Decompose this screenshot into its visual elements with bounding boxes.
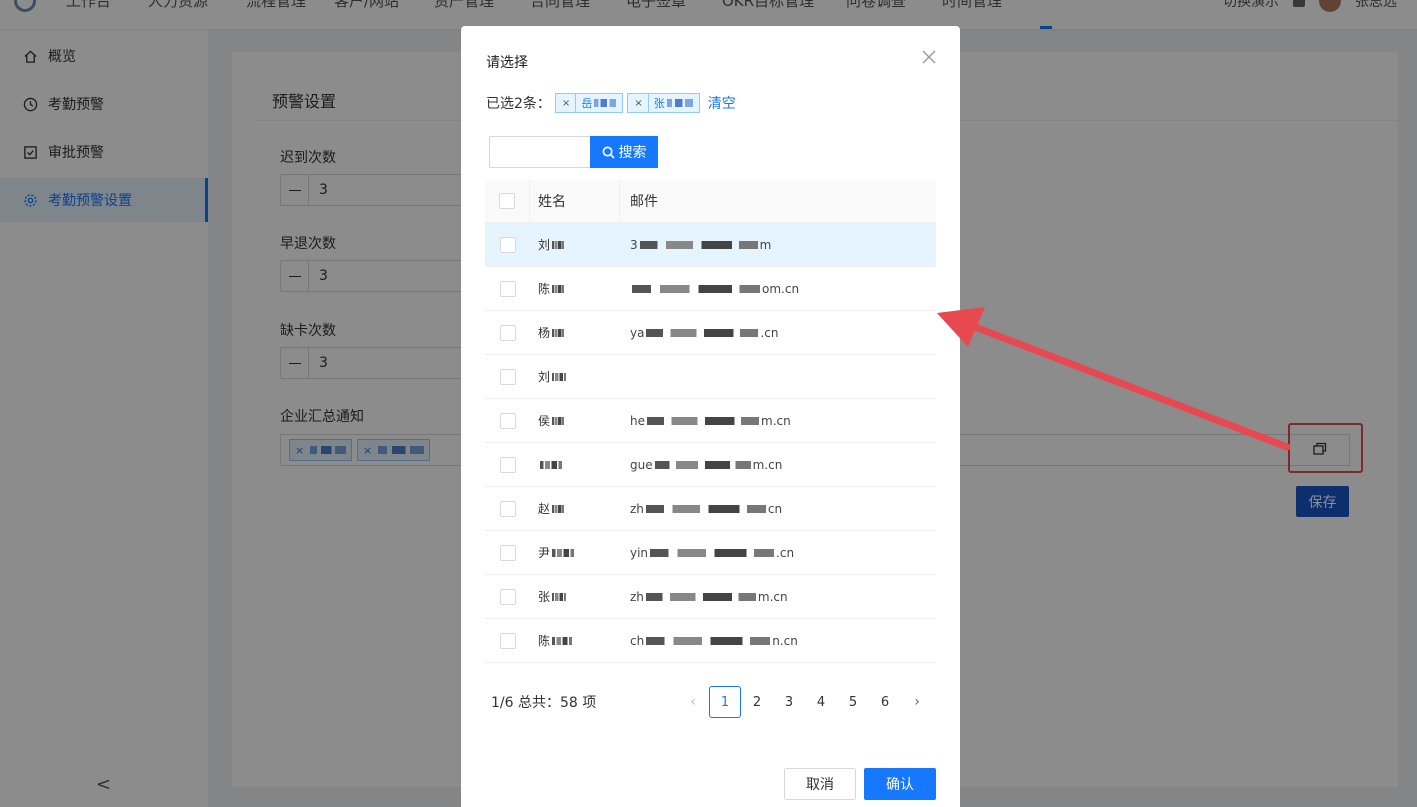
- row-email-end: n.cn: [772, 633, 798, 648]
- page-3-button[interactable]: 3: [773, 686, 805, 718]
- close-icon[interactable]: ×: [562, 98, 570, 109]
- row-email-start: he: [630, 413, 645, 428]
- row-checkbox[interactable]: [499, 368, 516, 385]
- row-name: 张: [538, 590, 551, 604]
- pagination: ‹ 1 2 3 4 5 6 ›: [677, 686, 933, 718]
- close-icon[interactable]: ×: [634, 98, 642, 109]
- row-email-end: cn: [767, 501, 783, 516]
- table-row[interactable]: 陈 ch n.cn: [485, 619, 936, 663]
- select-user-modal: 请选择 已选2条： × 岳 × 张 清空 搜索 姓名 邮件 刘 3m 陈 om.cn…: [461, 26, 960, 807]
- page-4-button[interactable]: 4: [805, 686, 837, 718]
- row-checkbox[interactable]: [499, 456, 516, 473]
- row-name: 尹: [538, 546, 551, 560]
- chevron-right-icon[interactable]: ›: [901, 686, 933, 718]
- table-row[interactable]: 侯 he m.cn: [485, 399, 936, 443]
- row-checkbox[interactable]: [499, 280, 516, 297]
- row-email-start: zh: [630, 589, 644, 604]
- row-name: 杨: [538, 326, 551, 340]
- row-email-end: om.cn: [762, 281, 800, 296]
- row-name: 陈: [538, 634, 551, 648]
- row-name: 刘: [538, 238, 551, 252]
- column-header-email: 邮件: [630, 194, 658, 210]
- search-input[interactable]: [489, 136, 590, 168]
- page-6-button[interactable]: 6: [869, 686, 901, 718]
- table-row[interactable]: gue m.cn: [485, 443, 936, 487]
- row-email-end: .cn: [760, 325, 779, 340]
- row-checkbox[interactable]: [499, 324, 516, 341]
- table-row[interactable]: 尹 yin .cn: [485, 531, 936, 575]
- page-2-button[interactable]: 2: [741, 686, 773, 718]
- row-checkbox[interactable]: [499, 236, 516, 253]
- row-email-start: ch: [630, 633, 645, 648]
- table-row[interactable]: 刘: [485, 355, 936, 399]
- table-header: 姓名 邮件: [485, 180, 936, 223]
- close-icon[interactable]: [920, 48, 938, 66]
- row-name: 侯: [538, 414, 551, 428]
- row-email-end: m.cn: [761, 413, 791, 428]
- table-row[interactable]: 张 zh m.cn: [485, 575, 936, 619]
- row-checkbox[interactable]: [499, 500, 516, 517]
- row-email-start: zh: [630, 501, 644, 516]
- row-checkbox[interactable]: [499, 632, 516, 649]
- cancel-button[interactable]: 取消: [784, 768, 856, 800]
- selected-tag[interactable]: × 张: [627, 93, 700, 113]
- search-icon: [602, 146, 615, 159]
- table-row[interactable]: 陈 om.cn: [485, 267, 936, 311]
- row-email-start: yin: [630, 545, 649, 560]
- row-email-start: gue: [630, 457, 653, 472]
- row-name: 陈: [538, 282, 551, 296]
- selected-count-label: 已选2条：: [486, 96, 551, 112]
- row-email-end: m.cn: [757, 589, 788, 604]
- row-email-start: ya: [630, 325, 645, 340]
- row-email-end: .cn: [776, 545, 795, 560]
- row-email-end: m: [759, 237, 772, 252]
- row-checkbox[interactable]: [499, 544, 516, 561]
- pagination-total: 1/6 总共：58 项: [491, 695, 597, 711]
- table-row[interactable]: 赵 zh cn: [485, 487, 936, 531]
- user-table: 姓名 邮件 刘 3 m 陈 om.cn 杨 ya .cn 刘 侯 he m.cn: [485, 180, 936, 663]
- page-5-button[interactable]: 5: [837, 686, 869, 718]
- row-checkbox[interactable]: [499, 412, 516, 429]
- row-name: 刘: [538, 370, 551, 384]
- search-button[interactable]: 搜索: [590, 136, 658, 168]
- selected-tag[interactable]: × 岳: [554, 93, 624, 113]
- row-name: 赵: [538, 502, 551, 516]
- modal-title: 请选择: [486, 55, 528, 71]
- column-header-name: 姓名: [530, 180, 620, 222]
- table-row[interactable]: 杨 ya .cn: [485, 311, 936, 355]
- chevron-left-icon[interactable]: ‹: [677, 686, 709, 718]
- row-email-end: m.cn: [752, 457, 783, 472]
- clear-selection-link[interactable]: 清空: [708, 93, 736, 113]
- selected-summary: 已选2条： × 岳 × 张 清空: [486, 92, 736, 114]
- row-email-start: 3: [630, 237, 638, 252]
- row-checkbox[interactable]: [499, 588, 516, 605]
- select-all-checkbox[interactable]: [499, 193, 515, 209]
- page-1-button[interactable]: 1: [709, 686, 741, 718]
- confirm-button[interactable]: 确认: [864, 768, 936, 800]
- table-row[interactable]: 刘 3 m: [485, 223, 936, 267]
